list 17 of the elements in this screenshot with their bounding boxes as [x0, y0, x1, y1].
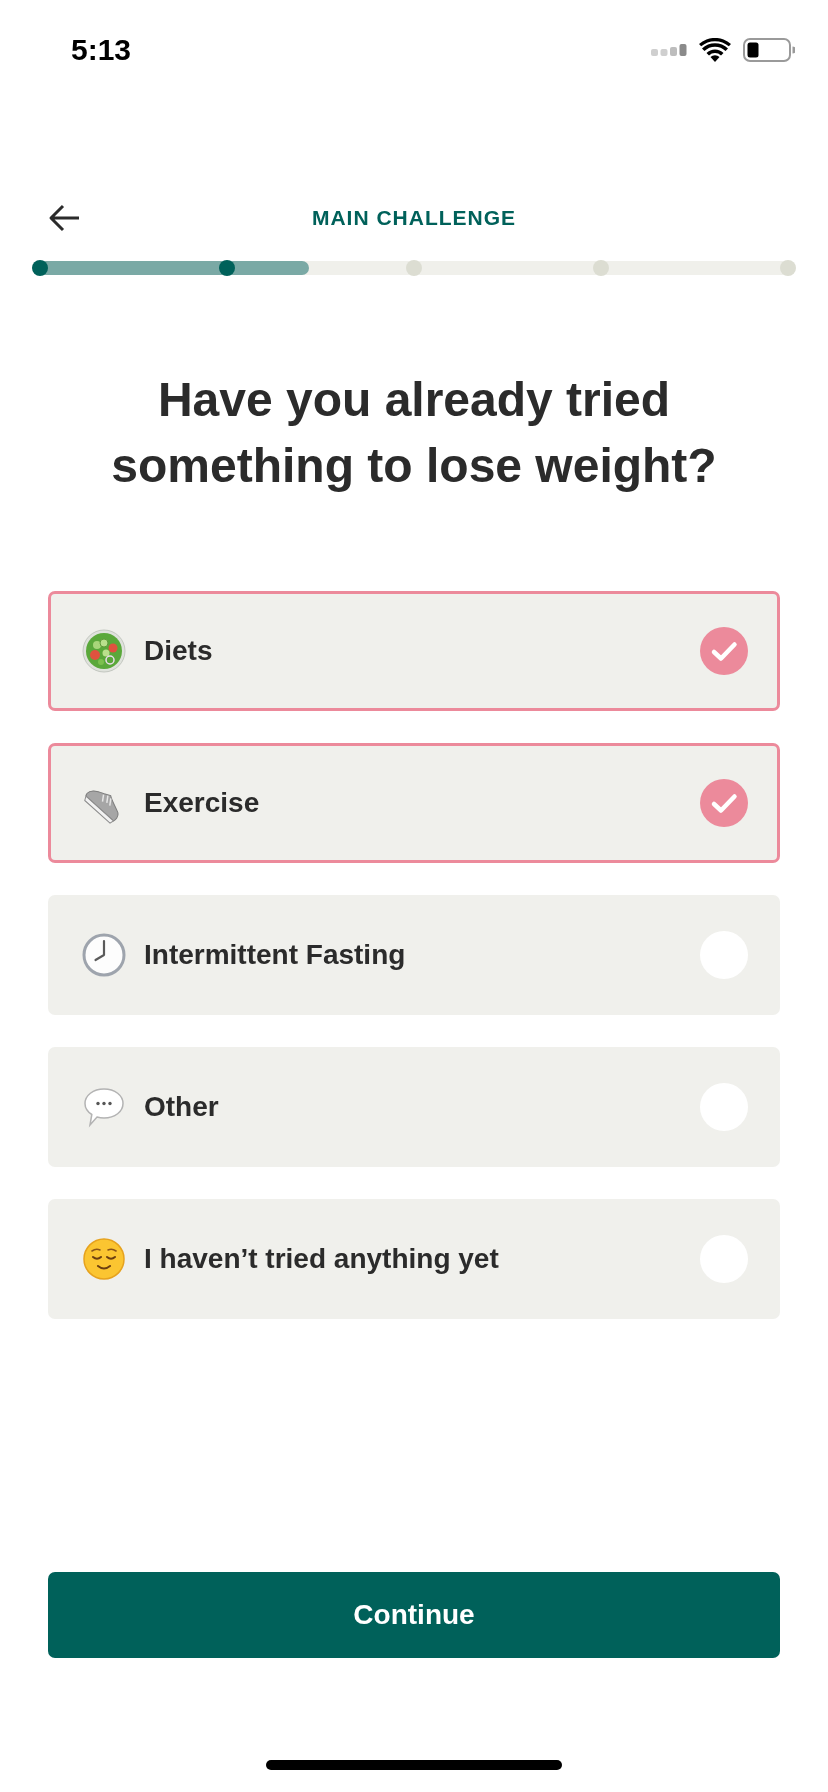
option-button[interactable]: I haven’t tried anything yet: [48, 1199, 780, 1319]
relieved-face-icon: [82, 1237, 126, 1281]
option-button[interactable]: Diets: [48, 591, 780, 711]
screen-title: MAIN CHALLENGE: [311, 206, 517, 230]
battery-icon: [743, 38, 795, 62]
wifi-icon: [699, 38, 731, 62]
status-time: 5:13: [71, 33, 132, 67]
question-heading: Have you already tried something to lose weight?: [110, 372, 718, 494]
clock-icon: [82, 933, 126, 977]
salad-bowl-icon: [82, 629, 126, 673]
continue-button[interactable]: Continue: [48, 1572, 780, 1658]
option-button[interactable]: Intermittent Fasting: [48, 895, 780, 1015]
option-button[interactable]: Other: [48, 1047, 780, 1167]
option-button[interactable]: Exercise: [48, 743, 780, 863]
back-arrow-icon[interactable]: [48, 204, 80, 232]
speech-bubble-icon: [82, 1085, 126, 1129]
signal-icon: [651, 44, 687, 56]
